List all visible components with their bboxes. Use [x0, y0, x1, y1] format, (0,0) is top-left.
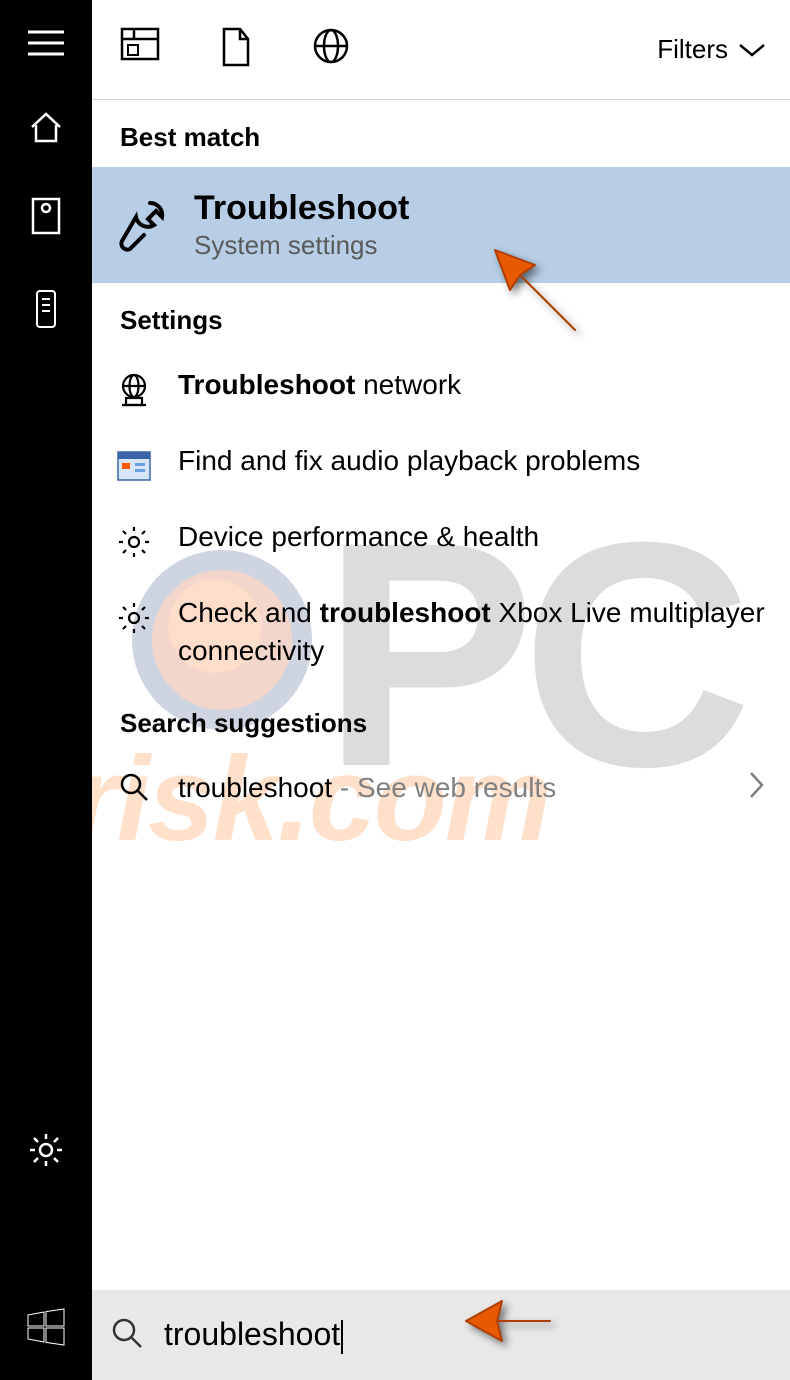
best-match-result[interactable]: Troubleshoot System settings: [92, 167, 790, 283]
search-icon: [110, 1316, 144, 1355]
documents-scope-icon[interactable]: [220, 27, 252, 72]
home-icon[interactable]: [28, 109, 64, 150]
settings-header: Settings: [92, 283, 790, 350]
best-match-title: Troubleshoot: [194, 189, 409, 228]
globe-monitor-icon: [114, 370, 154, 410]
result-device-health[interactable]: Device performance & health: [92, 502, 790, 578]
annotation-arrow-icon: [490, 245, 580, 335]
feedback-icon[interactable]: [26, 1220, 66, 1261]
cortana-sidebar: [0, 0, 92, 1380]
result-audio-playback[interactable]: Find and fix audio playback problems: [92, 426, 790, 502]
result-xbox-live[interactable]: Check and troubleshoot Xbox Live multipl…: [92, 578, 790, 686]
search-icon: [114, 771, 154, 803]
search-bar[interactable]: troubleshoot: [92, 1290, 790, 1380]
best-match-subtitle: System settings: [194, 230, 409, 261]
annotation-arrow-icon: [462, 1286, 552, 1356]
filters-dropdown[interactable]: Filters: [657, 34, 766, 65]
hamburger-icon[interactable]: [26, 28, 66, 63]
settings-gear-icon[interactable]: [27, 1131, 65, 1174]
gear-icon: [114, 522, 154, 562]
web-scope-icon[interactable]: [312, 27, 350, 72]
best-match-header: Best match: [92, 100, 790, 167]
filters-label: Filters: [657, 34, 728, 65]
chevron-down-icon: [738, 42, 766, 58]
gear-icon: [114, 598, 154, 638]
remote-icon[interactable]: [34, 287, 58, 336]
suggestions-header: Search suggestions: [92, 686, 790, 753]
control-panel-icon: [114, 446, 154, 486]
wrench-icon: [114, 197, 170, 253]
web-suggestion[interactable]: troubleshoot - See web results: [92, 753, 790, 823]
notebook-icon[interactable]: [30, 196, 62, 241]
apps-scope-icon[interactable]: [120, 27, 160, 72]
result-troubleshoot-network[interactable]: Troubleshoot network: [92, 350, 790, 426]
search-scope-bar: Filters: [92, 0, 790, 100]
chevron-right-icon: [748, 770, 766, 805]
search-input[interactable]: troubleshoot: [164, 1316, 343, 1354]
windows-start-icon[interactable]: [26, 1307, 66, 1352]
